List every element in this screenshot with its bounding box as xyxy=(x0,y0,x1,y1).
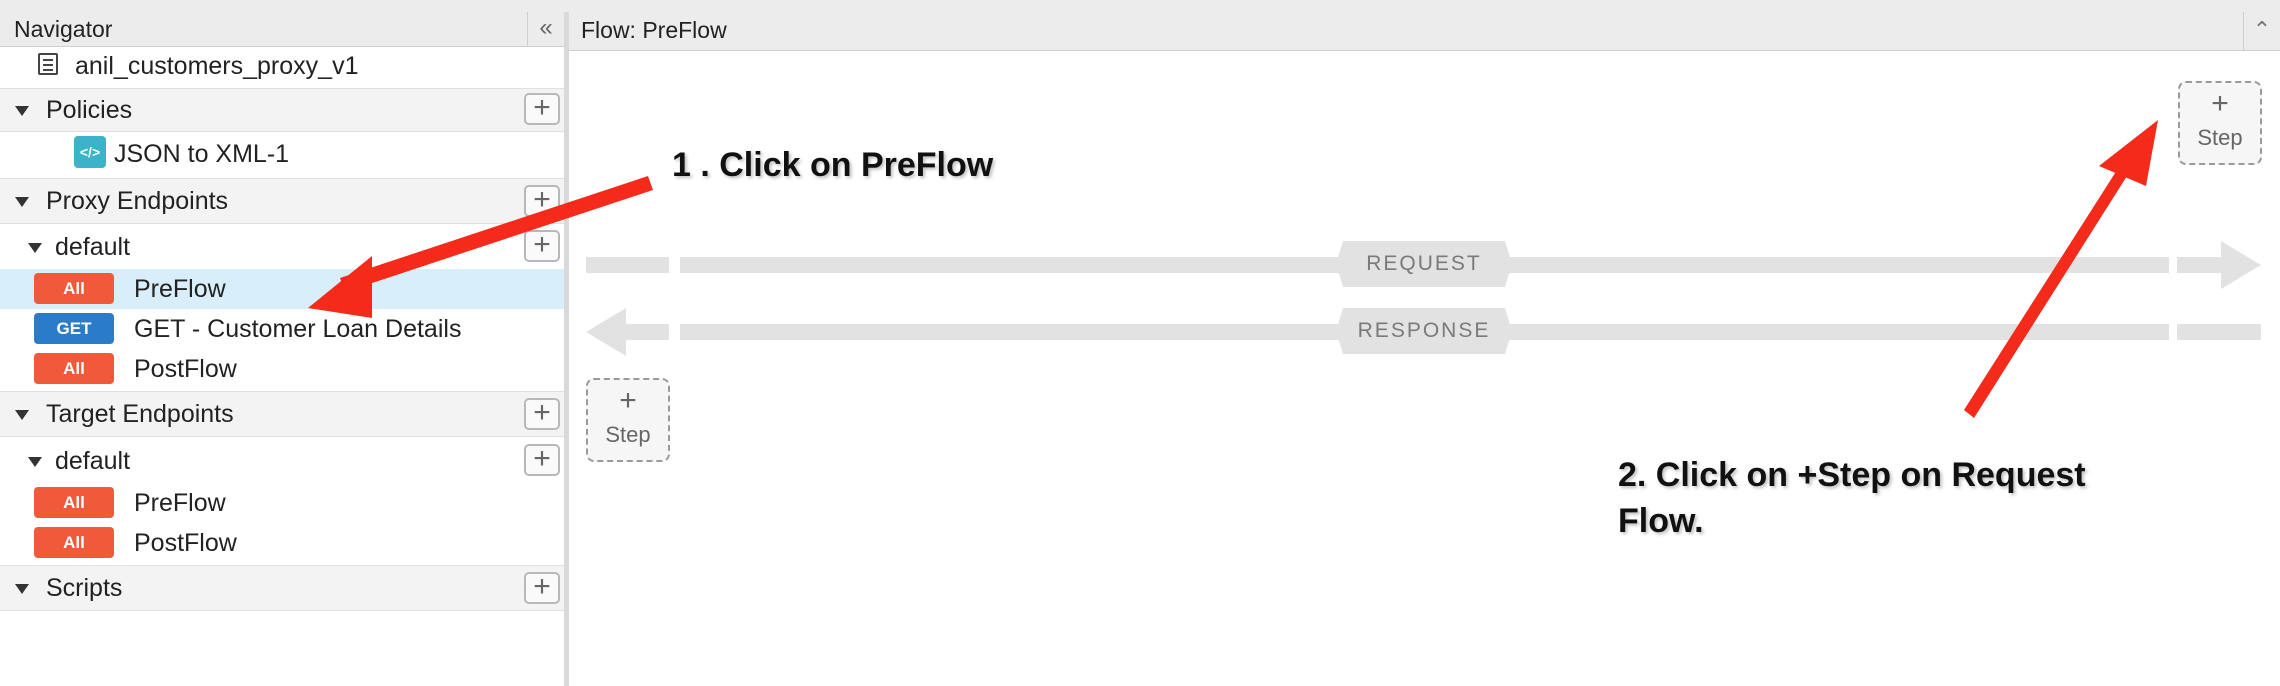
annotation-arrow-one-head-icon xyxy=(308,256,372,318)
annotation-arrow-two-head-icon xyxy=(2099,120,2158,186)
annotation-arrow-two-shaft xyxy=(1964,170,2127,418)
annotation-arrows xyxy=(308,120,2158,418)
annotation-arrow-one-shaft xyxy=(340,176,653,292)
